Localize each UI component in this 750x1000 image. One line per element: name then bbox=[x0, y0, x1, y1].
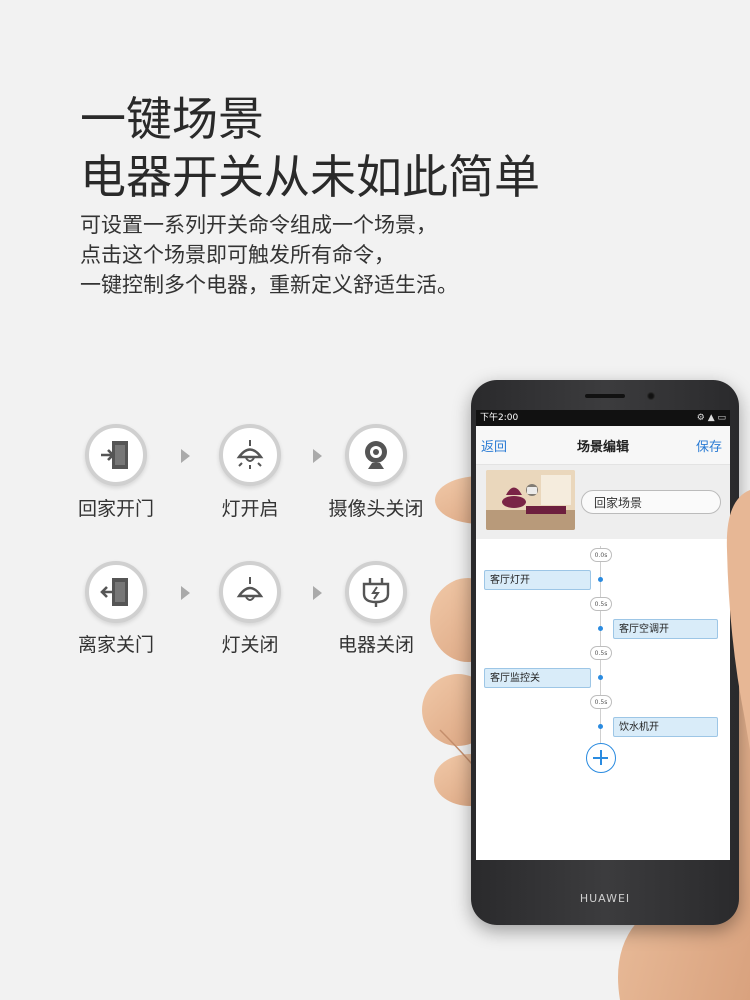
lamp-on-icon bbox=[219, 424, 281, 486]
scene-label-webcam: 摄像头关闭 bbox=[328, 498, 424, 520]
timeline-dot bbox=[598, 626, 603, 631]
arrow-right-icon bbox=[313, 586, 322, 600]
scene-step-lamp-on bbox=[219, 424, 281, 486]
phone-speaker bbox=[585, 394, 625, 398]
scene-photo[interactable] bbox=[486, 470, 575, 530]
arrow-right-icon bbox=[181, 449, 190, 463]
scene-name-field[interactable]: 回家场景 bbox=[581, 490, 721, 514]
task-item[interactable]: 客厅空调开 bbox=[613, 619, 718, 639]
scene-step-lamp-off bbox=[219, 561, 281, 623]
timeline-dot bbox=[598, 724, 603, 729]
scene-step-door-exit bbox=[85, 561, 147, 623]
add-task-button[interactable] bbox=[586, 743, 616, 773]
headline-line-1: 一键场景 bbox=[80, 92, 264, 146]
headline: 一键场景 电器开关从未如此简单 bbox=[80, 90, 540, 206]
scene-label-lamp-off: 灯关闭 bbox=[221, 634, 279, 656]
plug-icon bbox=[345, 561, 407, 623]
phone-camera bbox=[647, 392, 655, 400]
scene-label-plug: 电器关闭 bbox=[337, 634, 415, 656]
save-button[interactable]: 保存 bbox=[696, 436, 722, 455]
status-bar: 下午2:00 ⚙ ▲ ▭ bbox=[476, 410, 730, 426]
scene-header: 回家场景 bbox=[476, 465, 730, 539]
arrow-right-icon bbox=[181, 586, 190, 600]
scene-label-door-enter: 回家开门 bbox=[77, 498, 155, 520]
timeline: 0.0s 客厅灯开 0.5s 客厅空调开 0.5s 客厅监控关 0.5s 饮水机… bbox=[476, 538, 730, 860]
description-line-3: 一键控制多个电器，重新定义舒适生活。 bbox=[80, 273, 458, 297]
webcam-icon bbox=[345, 424, 407, 486]
phone-screen: 下午2:00 ⚙ ▲ ▭ 返回 场景编辑 保存 回家场景 0.0s 客厅灯开 0… bbox=[476, 410, 730, 860]
scene-step-door-enter bbox=[85, 424, 147, 486]
status-time: 下午2:00 bbox=[480, 413, 519, 423]
phone-brand: HUAWEI bbox=[579, 892, 631, 905]
scene-label-door-exit: 离家关门 bbox=[77, 634, 155, 656]
status-icons: ⚙ ▲ ▭ bbox=[696, 413, 726, 423]
task-item[interactable]: 客厅灯开 bbox=[484, 570, 591, 590]
headline-line-2: 电器开关从未如此简单 bbox=[80, 150, 540, 204]
delay-badge[interactable]: 0.5s bbox=[590, 646, 612, 660]
scene-step-webcam bbox=[345, 424, 407, 486]
scene-step-plug bbox=[345, 561, 407, 623]
timeline-dot bbox=[598, 675, 603, 680]
task-item[interactable]: 饮水机开 bbox=[613, 717, 718, 737]
task-item[interactable]: 客厅监控关 bbox=[484, 668, 591, 688]
arrow-right-icon bbox=[313, 449, 322, 463]
nav-bar: 返回 场景编辑 保存 bbox=[476, 426, 730, 465]
delay-badge[interactable]: 0.5s bbox=[590, 597, 612, 611]
scene-label-lamp-on: 灯开启 bbox=[221, 498, 279, 520]
door-exit-icon bbox=[85, 561, 147, 623]
description-line-1: 可设置一系列开关命令组成一个场景， bbox=[80, 213, 437, 237]
thumb-image bbox=[726, 490, 750, 750]
delay-badge[interactable]: 0.5s bbox=[590, 695, 612, 709]
door-enter-icon bbox=[85, 424, 147, 486]
delay-badge[interactable]: 0.0s bbox=[590, 548, 612, 562]
description: 可设置一系列开关命令组成一个场景， 点击这个场景即可触发所有命令， 一键控制多个… bbox=[80, 210, 458, 300]
timeline-dot bbox=[598, 577, 603, 582]
lamp-off-icon bbox=[219, 561, 281, 623]
description-line-2: 点击这个场景即可触发所有命令， bbox=[80, 243, 395, 267]
page-title: 场景编辑 bbox=[576, 440, 629, 455]
